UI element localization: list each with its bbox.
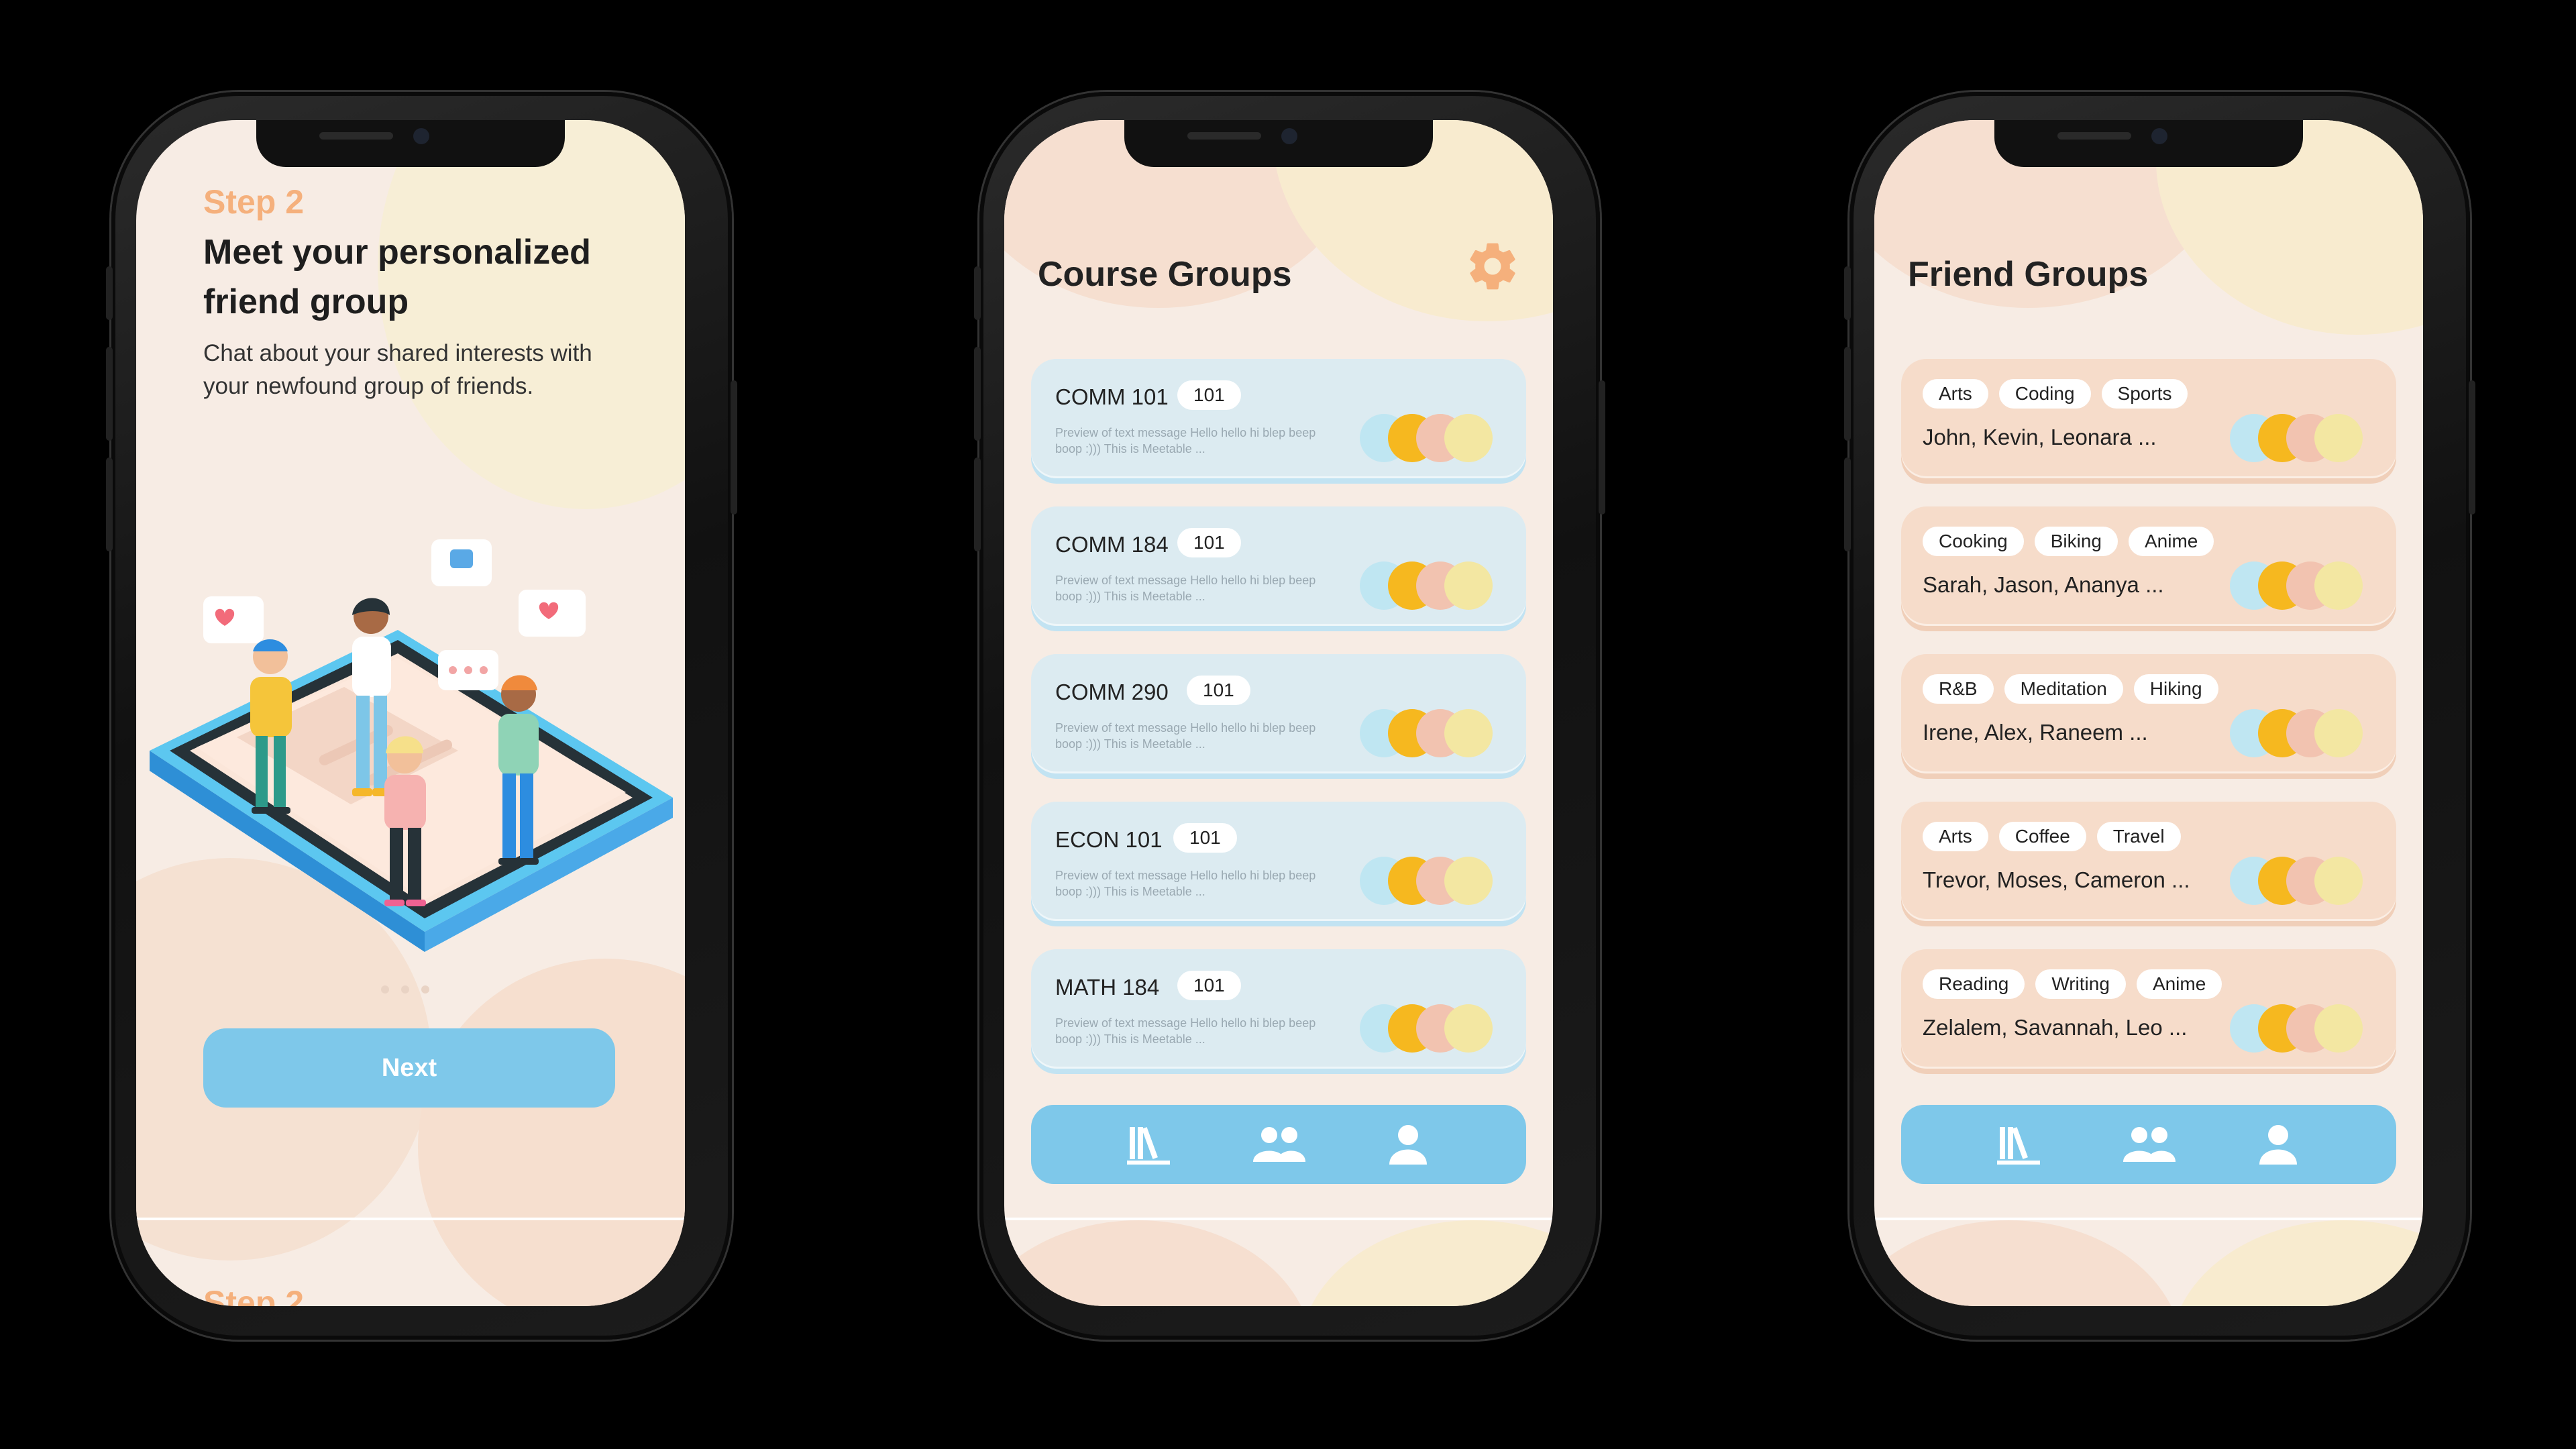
interest-tag: Writing (2035, 969, 2126, 999)
notch (1994, 120, 2303, 167)
message-preview: Preview of text message Hello hello hi b… (1055, 721, 1316, 751)
friends-illustration (150, 539, 673, 952)
bottom-navbar (1031, 1105, 1526, 1184)
interest-tag: R&B (1923, 674, 1994, 704)
interest-tag: Anime (2136, 969, 2222, 999)
interest-tag: Reading (1923, 969, 2025, 999)
nav-profile[interactable] (1378, 1118, 1438, 1171)
interest-tag: Coffee (1998, 822, 2086, 851)
course-badge: 101 (1177, 971, 1241, 1000)
avatar-stack (2230, 1004, 2364, 1053)
course-name: ECON 101 (1055, 827, 1163, 852)
interest-tags: Reading Writing Anime (1923, 969, 2222, 999)
friend-group-card[interactable]: Arts Coding Sports John, Kevin, Leonara … (1901, 359, 2396, 478)
friend-group-card[interactable]: Cooking Biking Anime Sarah, Jason, Anany… (1901, 506, 2396, 626)
gear-icon[interactable] (1464, 237, 1521, 295)
interest-tag: Cooking (1923, 527, 2024, 556)
notch (1124, 120, 1433, 167)
course-group-card[interactable]: MATH 184 101 Preview of text message Hel… (1031, 949, 1526, 1069)
interest-tag: Arts (1923, 379, 1988, 409)
screen-divider (1874, 1218, 2423, 1220)
page-title: Course Groups (1038, 255, 1292, 294)
avatar-stack (1360, 414, 1494, 462)
group-icon (1252, 1127, 1305, 1162)
friend-group-card[interactable]: Reading Writing Anime Zelalem, Savannah,… (1901, 949, 2396, 1069)
member-names: Irene, Alex, Raneem ... (1923, 720, 2148, 745)
avatar-stack (1360, 1004, 1494, 1053)
course-badge: 101 (1173, 823, 1237, 853)
interest-tag: Coding (1998, 379, 2091, 409)
message-preview: Preview of text message Hello hello hi b… (1055, 869, 1316, 898)
interest-tag: Arts (1923, 822, 1988, 851)
phone-onboarding: Step 2 Meet your personalized friend gro… (106, 92, 737, 1340)
group-icon (2123, 1127, 2176, 1162)
pagination-dots (381, 985, 429, 994)
page-title: Friend Groups (1908, 255, 2149, 294)
nav-courses[interactable] (1989, 1118, 2049, 1171)
avatar-stack (2230, 709, 2364, 757)
interest-tag: Hiking (2133, 674, 2218, 704)
screen-divider (1004, 1218, 1553, 1220)
interest-tag: Biking (2034, 527, 2118, 556)
course-name: COMM 184 (1055, 532, 1169, 557)
friend-group-card[interactable]: R&B Meditation Hiking Irene, Alex, Ranee… (1901, 654, 2396, 773)
course-group-card[interactable]: ECON 101 101 Preview of text message Hel… (1031, 802, 1526, 921)
friend-groups-screen: Friend Groups Arts Coding Sports John, K… (1874, 120, 2423, 1306)
interest-tag: Travel (2096, 822, 2181, 851)
next-button[interactable]: Next (203, 1028, 615, 1108)
screen-divider (136, 1218, 685, 1220)
message-preview: Preview of text message Hello hello hi b… (1055, 1016, 1316, 1046)
interest-tags: Arts Coding Sports (1923, 379, 2188, 409)
step-label: Step 2 (203, 183, 305, 221)
nav-friends[interactable] (2118, 1118, 2179, 1171)
member-names: Sarah, Jason, Ananya ... (1923, 572, 2164, 597)
course-name: COMM 101 (1055, 384, 1169, 409)
notch (256, 120, 565, 167)
nav-profile[interactable] (2248, 1118, 2308, 1171)
interest-tags: R&B Meditation Hiking (1923, 674, 2218, 704)
course-badge: 101 (1177, 528, 1241, 557)
friend-group-card[interactable]: Arts Coffee Travel Trevor, Moses, Camero… (1901, 802, 2396, 921)
profile-icon (2259, 1125, 2297, 1165)
member-names: John, Kevin, Leonara ... (1923, 425, 2157, 449)
avatar-stack (1360, 709, 1494, 757)
next-step-label: Step 2 (203, 1284, 305, 1306)
onboarding-description: Chat about your shared interests with yo… (203, 340, 592, 399)
phone-course-groups: Course Groups COMM 101 101 Preview of te… (974, 92, 1605, 1340)
onboarding-screen: Step 2 Meet your personalized friend gro… (136, 120, 685, 1306)
course-group-card[interactable]: COMM 290 101 Preview of text message Hel… (1031, 654, 1526, 773)
phone-friend-groups: Friend Groups Arts Coding Sports John, K… (1844, 92, 2475, 1340)
avatar-stack (2230, 857, 2364, 905)
message-preview: Preview of text message Hello hello hi b… (1055, 426, 1316, 455)
nav-courses[interactable] (1119, 1118, 1179, 1171)
member-names: Trevor, Moses, Cameron ... (1923, 867, 2190, 892)
course-name: COMM 290 (1055, 680, 1169, 704)
books-icon (1997, 1127, 2041, 1165)
interest-tags: Arts Coffee Travel (1923, 822, 2181, 851)
avatar-stack (2230, 414, 2364, 462)
course-groups-screen: Course Groups COMM 101 101 Preview of te… (1004, 120, 1553, 1306)
member-names: Zelalem, Savannah, Leo ... (1923, 1015, 2188, 1040)
course-badge: 101 (1177, 380, 1241, 410)
books-icon (1127, 1127, 1171, 1165)
message-preview: Preview of text message Hello hello hi b… (1055, 574, 1316, 603)
avatar-stack (1360, 857, 1494, 905)
interest-tag: Meditation (2004, 674, 2123, 704)
avatar-stack (2230, 561, 2364, 610)
onboarding-heading: Meet your personalized friend group (203, 233, 591, 321)
interest-tag: Anime (2129, 527, 2214, 556)
interest-tag: Sports (2101, 379, 2188, 409)
profile-icon (1389, 1125, 1427, 1165)
nav-friends[interactable] (1248, 1118, 1309, 1171)
course-name: MATH 184 (1055, 975, 1160, 1000)
bottom-navbar (1901, 1105, 2396, 1184)
course-group-card[interactable]: COMM 101 101 Preview of text message Hel… (1031, 359, 1526, 478)
course-badge: 101 (1187, 676, 1250, 705)
interest-tags: Cooking Biking Anime (1923, 527, 2214, 556)
course-group-card[interactable]: COMM 184 101 Preview of text message Hel… (1031, 506, 1526, 626)
avatar-stack (1360, 561, 1494, 610)
